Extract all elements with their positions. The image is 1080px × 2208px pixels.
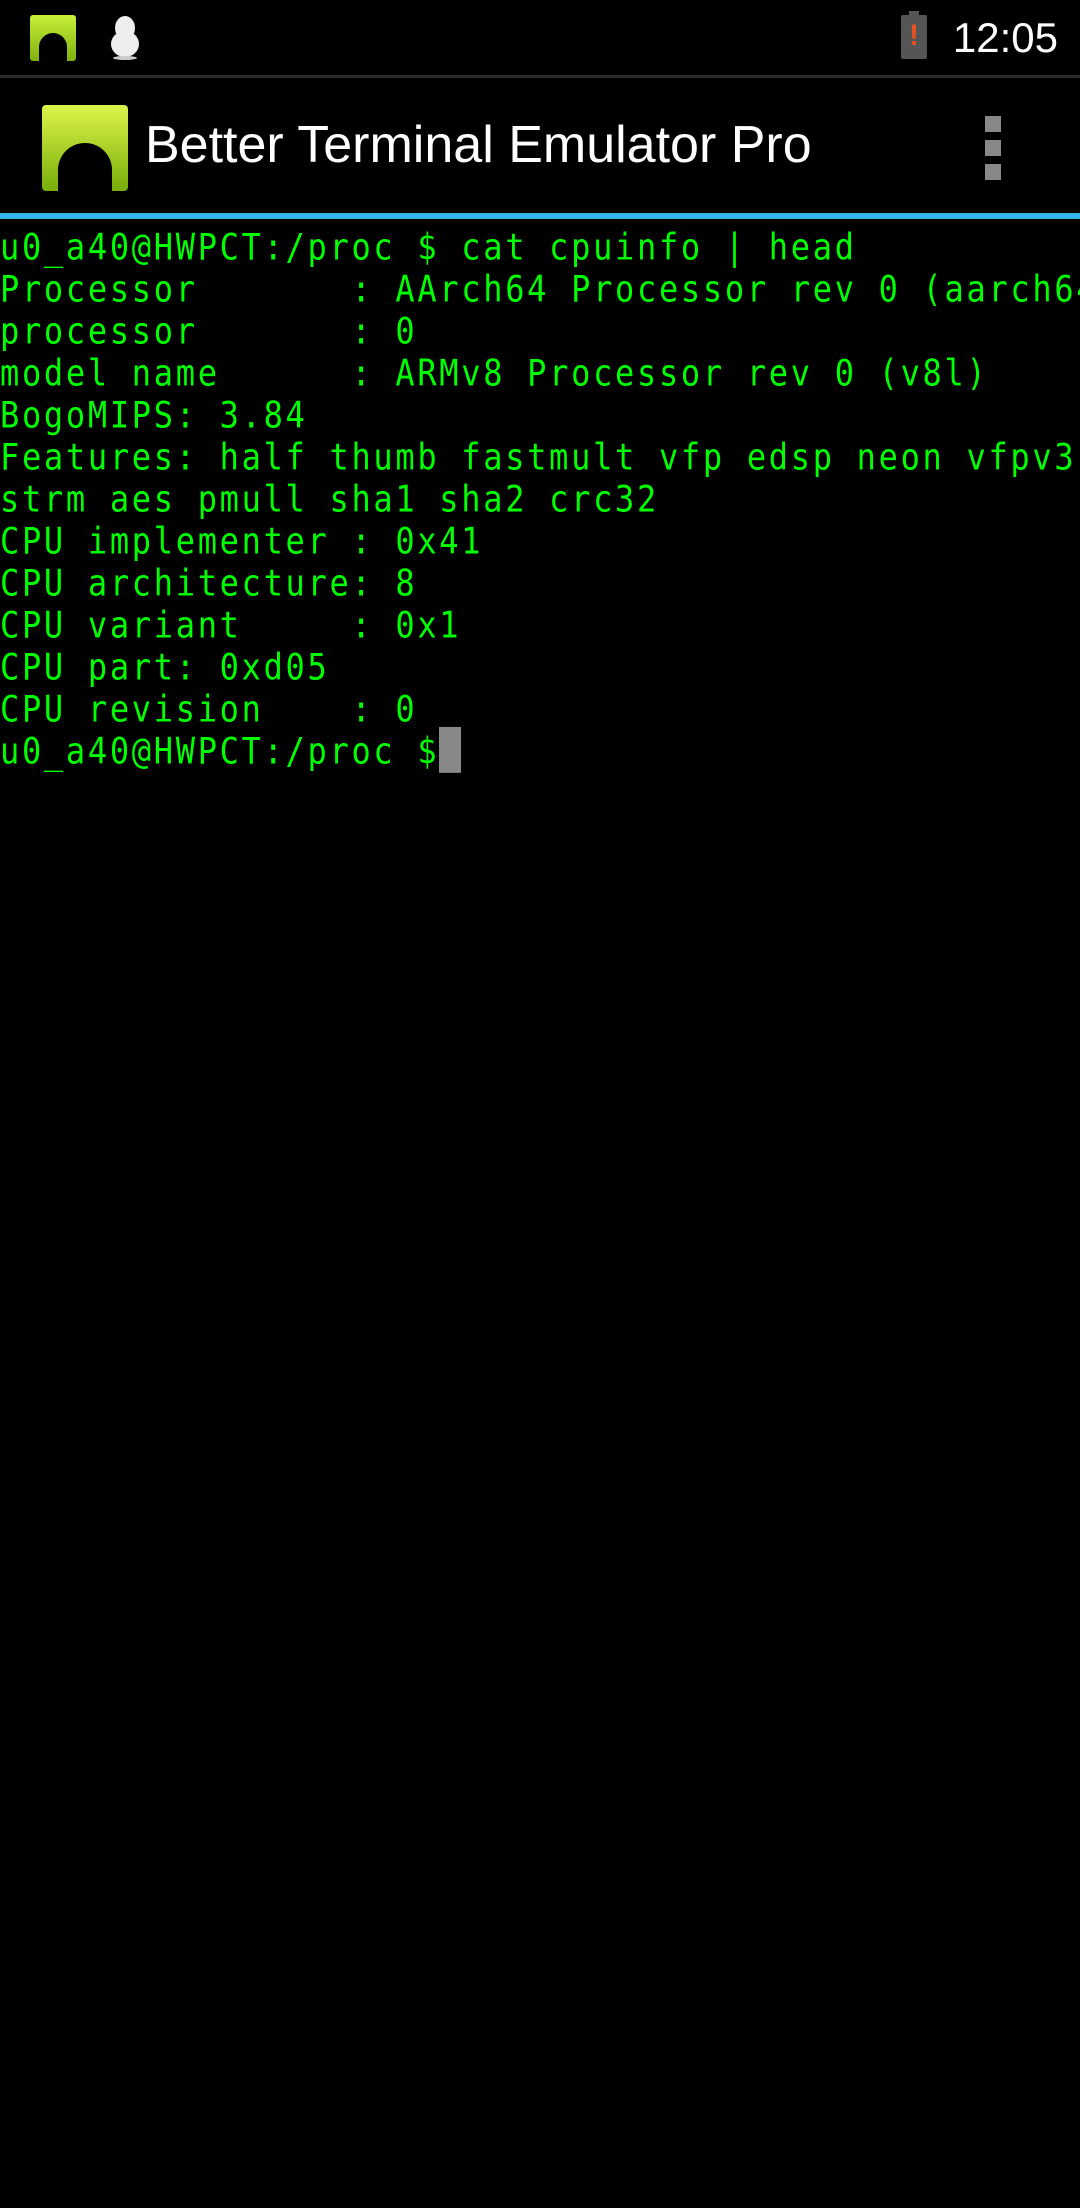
battery-alert-icon: !: [901, 11, 927, 59]
penguin-icon: [111, 16, 139, 60]
clock: 12:05: [952, 14, 1058, 61]
terminal-app-notification-icon: [30, 15, 76, 61]
terminal-output[interactable]: u0_a40@HWPCT:/proc $ cat cpuinfo | head …: [0, 226, 1080, 2208]
app-icon[interactable]: [42, 105, 128, 191]
app-title: Better Terminal Emulator Pro: [145, 116, 812, 174]
status-bar: ! 12:05: [0, 0, 1080, 78]
terminal-prompt-line[interactable]: u0_a40@HWPCT:/proc $: [0, 726, 1080, 775]
overflow-menu-icon[interactable]: [985, 116, 1005, 180]
action-bar: Better Terminal Emulator Pro: [0, 78, 1080, 219]
text-cursor: [439, 726, 462, 773]
shell-prompt: u0_a40@HWPCT:/proc $: [0, 729, 440, 773]
